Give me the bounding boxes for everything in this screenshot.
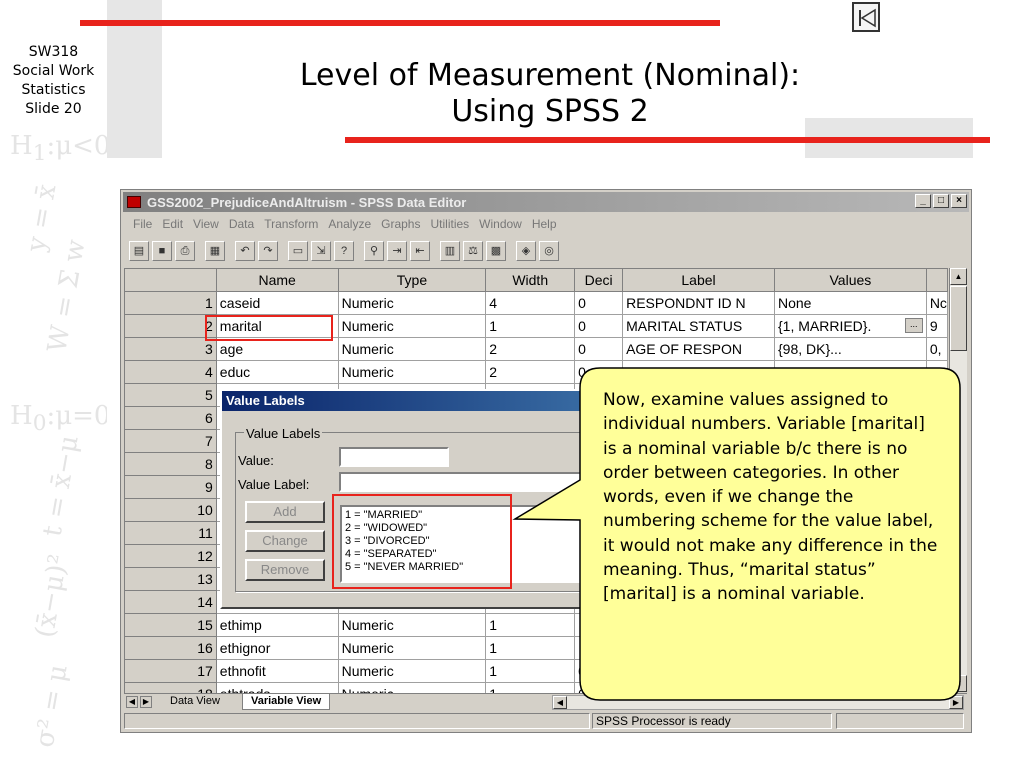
callout-bubble xyxy=(512,367,961,701)
callout-text: Now, examine values assigned to individu… xyxy=(603,390,938,605)
